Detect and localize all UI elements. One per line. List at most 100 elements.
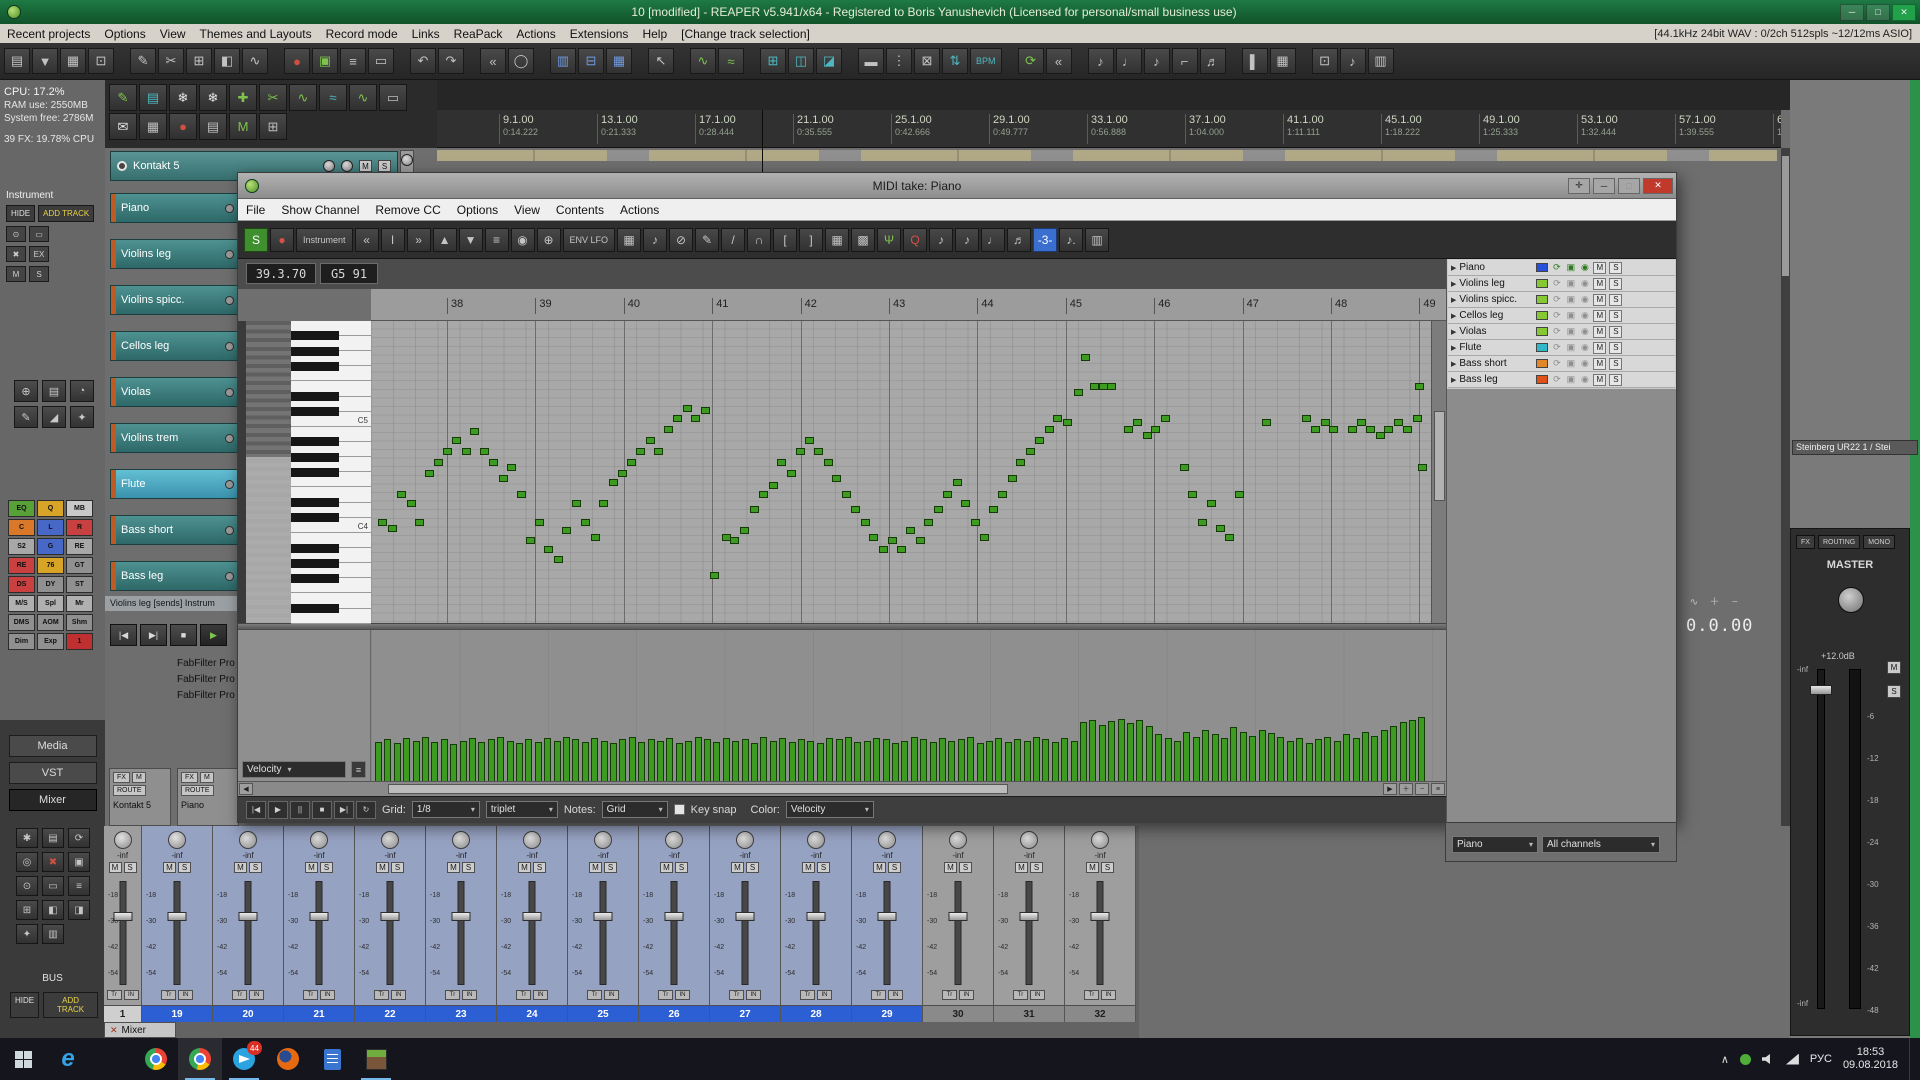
- star-icon[interactable]: ✦: [16, 924, 38, 944]
- velocity-bar[interactable]: [591, 738, 598, 781]
- midi-note[interactable]: [1321, 419, 1330, 426]
- black-key[interactable]: [291, 513, 339, 522]
- midi-menu-contents[interactable]: Contents: [548, 203, 612, 217]
- menu-options[interactable]: Options: [97, 27, 152, 41]
- volume-fader-cap[interactable]: [949, 912, 968, 921]
- volume-fader-cap[interactable]: [1091, 912, 1110, 921]
- zoom-tool-icon[interactable]: ◯: [508, 48, 534, 74]
- midi-note[interactable]: [470, 428, 479, 435]
- prev-measure-icon[interactable]: «: [355, 228, 379, 252]
- route-button[interactable]: ROUTE: [113, 785, 146, 796]
- sel-end-icon[interactable]: ]: [799, 228, 823, 252]
- track-cellos-leg[interactable]: Cellos leg: [110, 331, 240, 361]
- arrange-vscrollbar[interactable]: [1781, 148, 1790, 826]
- velocity-bar[interactable]: [582, 742, 589, 781]
- tab-mixer[interactable]: Mixer: [9, 789, 97, 811]
- input-button[interactable]: IN: [178, 990, 193, 1000]
- pan-knob[interactable]: [878, 831, 896, 849]
- note-1-16-icon[interactable]: ♪: [955, 228, 979, 252]
- close-button[interactable]: ✕: [1892, 4, 1916, 21]
- velocity-bar[interactable]: [478, 742, 485, 781]
- record-arm-icon[interactable]: [225, 526, 234, 535]
- mixer-strip-24[interactable]: -infMS-18-30-42-54TrIN24: [497, 826, 568, 1022]
- editor-repeat-button[interactable]: ↻: [356, 801, 376, 819]
- tab-media[interactable]: Media: [9, 735, 97, 757]
- solo-button[interactable]: S: [675, 862, 688, 873]
- measure-ruler[interactable]: 383940414243444546474849: [371, 289, 1446, 321]
- record-arm-icon[interactable]: [225, 204, 234, 213]
- midi-note[interactable]: [759, 491, 768, 498]
- velocity-bar[interactable]: [676, 743, 683, 781]
- draw-tool-icon[interactable]: ✎: [695, 228, 719, 252]
- expand-arrow-icon[interactable]: ▶: [1451, 344, 1456, 352]
- mixer-strip-27[interactable]: -infMS-18-30-42-54TrIN27: [710, 826, 781, 1022]
- editor-go-end-button[interactable]: ▶|: [334, 801, 354, 819]
- record-arm-icon[interactable]: [225, 388, 234, 397]
- mute-button[interactable]: M: [802, 862, 815, 873]
- velocity-bar[interactable]: [1418, 717, 1425, 781]
- black-key[interactable]: [291, 574, 339, 583]
- midi-note[interactable]: [407, 500, 416, 507]
- editor-track-select[interactable]: Piano ▾: [1452, 836, 1538, 853]
- mini-strip-piano[interactable]: FXMROUTEPiano: [177, 768, 239, 826]
- volume-fader-cap[interactable]: [113, 912, 132, 921]
- grid-swing-icon[interactable]: ▩: [851, 228, 875, 252]
- velocity-bar[interactable]: [1343, 734, 1350, 781]
- loop-icon[interactable]: ⟳: [1551, 278, 1562, 289]
- pan-knob[interactable]: [452, 831, 470, 849]
- midi-menu-view[interactable]: View: [506, 203, 548, 217]
- freeze-icon[interactable]: ✦: [70, 406, 94, 428]
- virtual-keyboard-icon[interactable]: ♪: [1340, 48, 1366, 74]
- save-project-icon[interactable]: ▦: [60, 48, 86, 74]
- mute-button[interactable]: M: [109, 862, 122, 873]
- volume-fader-track[interactable]: [245, 881, 252, 985]
- solo-button[interactable]: S: [462, 862, 475, 873]
- velocity-bar[interactable]: [742, 739, 749, 781]
- expand-arrow-icon[interactable]: ▶: [1451, 376, 1456, 384]
- solo-button-button[interactable]: S: [29, 266, 49, 282]
- velocity-bar[interactable]: [1259, 730, 1266, 781]
- jump-start-icon[interactable]: «: [480, 48, 506, 74]
- scroll-right-button[interactable]: ▶: [1383, 783, 1397, 795]
- pan-knob[interactable]: [665, 831, 683, 849]
- pan-knob[interactable]: [341, 160, 353, 172]
- glue-items-icon[interactable]: ⊞: [186, 48, 212, 74]
- mute-button[interactable]: M: [731, 862, 744, 873]
- arrange-vscroll-thumb[interactable]: [1782, 156, 1789, 276]
- velocity-bar[interactable]: [1240, 732, 1247, 781]
- record-mode-icon[interactable]: ⊙: [16, 876, 38, 896]
- menu-record-mode[interactable]: Record mode: [319, 27, 405, 41]
- language-indicator[interactable]: РУС: [1810, 1053, 1832, 1065]
- velocity-bar[interactable]: [1390, 726, 1397, 781]
- volume-fader-track[interactable]: [884, 881, 891, 985]
- add-track-button[interactable]: ADD TRACK: [38, 205, 94, 222]
- velocity-bar[interactable]: [967, 737, 974, 781]
- velocity-bar[interactable]: [1193, 737, 1200, 781]
- midi-note[interactable]: [1124, 426, 1133, 433]
- hscroll-thumb[interactable]: [388, 784, 1008, 794]
- midi-note[interactable]: [851, 506, 860, 513]
- velocity-bar[interactable]: [836, 739, 843, 781]
- quantize-icon[interactable]: Q: [903, 228, 927, 252]
- velocity-bar[interactable]: [657, 741, 664, 781]
- mixer-strip-23[interactable]: -infMS-18-30-42-54TrIN23: [426, 826, 497, 1022]
- velocity-bar[interactable]: [817, 743, 824, 781]
- eye-icon[interactable]: ◉: [1579, 358, 1590, 369]
- channel-number[interactable]: 23: [426, 1005, 496, 1022]
- refresh-icon[interactable]: ⟳: [68, 828, 90, 848]
- solo-button[interactable]: S: [1609, 358, 1622, 370]
- fx-shortcut-m-s[interactable]: M/S: [8, 595, 35, 612]
- menu-recent-projects[interactable]: Recent projects: [0, 27, 97, 41]
- trim-button[interactable]: Tr: [445, 990, 460, 1000]
- velocity-bar[interactable]: [873, 738, 880, 781]
- solo-button[interactable]: S: [320, 862, 333, 873]
- velocity-bar[interactable]: [1014, 739, 1021, 781]
- midi-note[interactable]: [1063, 419, 1072, 426]
- item-props-icon[interactable]: ▭: [42, 876, 64, 896]
- velocity-bar[interactable]: [1212, 734, 1219, 781]
- fx-shortcut-eq[interactable]: EQ: [8, 500, 35, 517]
- fx-button[interactable]: FX: [113, 772, 130, 783]
- input-button[interactable]: IN: [249, 990, 264, 1000]
- taskbar-app-telegram[interactable]: 44: [222, 1038, 266, 1080]
- instrument-button-button[interactable]: Instrument: [296, 228, 353, 252]
